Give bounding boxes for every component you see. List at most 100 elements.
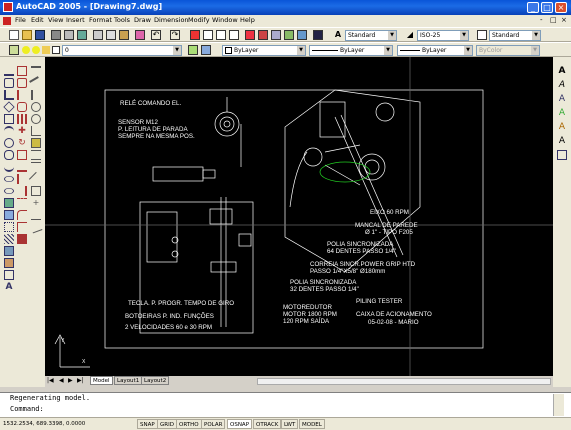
plot-preview-icon[interactable] (64, 30, 74, 40)
table-style-select[interactable]: Standard ▼ (489, 30, 541, 41)
paste-icon[interactable] (119, 30, 129, 40)
layer-previous-icon[interactable] (201, 45, 211, 55)
menu-draw[interactable]: Draw (134, 16, 151, 24)
dim-edit-icon[interactable] (31, 210, 41, 220)
cut-icon[interactable] (93, 30, 103, 40)
ellipse-arc-icon[interactable] (4, 188, 14, 194)
layer-manager-icon[interactable] (9, 45, 19, 55)
publish-icon[interactable] (77, 30, 87, 40)
chevron-down-icon[interactable]: ▼ (173, 46, 181, 55)
tolerance-icon[interactable] (31, 186, 41, 196)
region-icon[interactable] (4, 258, 14, 268)
rectangle-icon[interactable] (4, 114, 14, 124)
center-mark-icon[interactable]: + (31, 198, 41, 208)
command-prompt[interactable]: Command: (10, 405, 44, 413)
tab-last-arrow[interactable]: ▶| (77, 377, 84, 384)
extend-icon[interactable] (17, 186, 27, 196)
redo-icon[interactable]: ↷ (170, 30, 180, 40)
fillet-icon[interactable] (17, 210, 27, 220)
dim-ordinate-icon[interactable] (31, 90, 41, 100)
command-window[interactable]: Regenerating model. Command: (0, 392, 571, 418)
layer-select[interactable]: 0 ▼ (62, 45, 182, 56)
dim-radius-icon[interactable] (31, 102, 41, 112)
close-button[interactable]: × (555, 2, 567, 13)
menu-edit[interactable]: Edit (31, 16, 44, 24)
menu-format[interactable]: Format (89, 16, 112, 24)
maximize-button[interactable]: □ (541, 2, 553, 13)
otrack-toggle[interactable]: OTRACK (253, 419, 282, 429)
sheet-set-icon[interactable] (284, 30, 294, 40)
tab-next-arrow[interactable]: ▶ (68, 377, 73, 384)
tab-model[interactable]: Model (90, 376, 113, 385)
revision-cloud-icon[interactable] (4, 150, 14, 160)
grid-toggle[interactable]: GRID (157, 419, 177, 429)
snap-toggle[interactable]: SNAP (137, 419, 158, 429)
point-icon[interactable] (4, 222, 14, 232)
plot-icon[interactable] (51, 30, 61, 40)
document-icon[interactable] (3, 17, 11, 25)
minimize-button[interactable]: _ (527, 2, 539, 13)
table-icon[interactable] (4, 270, 14, 280)
menu-view[interactable]: View (48, 16, 63, 24)
break-icon[interactable] (17, 198, 27, 208)
justify-text-icon[interactable] (557, 150, 567, 160)
copy-object-icon[interactable] (17, 78, 27, 88)
lwt-toggle[interactable]: LWT (281, 419, 299, 429)
stretch-icon[interactable] (17, 162, 27, 172)
open-icon[interactable] (22, 30, 32, 40)
chevron-down-icon[interactable]: ▼ (297, 46, 305, 55)
quick-dim-icon[interactable] (31, 138, 41, 148)
arc-icon[interactable] (4, 126, 14, 136)
rotate-icon[interactable]: ↻ (17, 138, 27, 148)
new-icon[interactable] (9, 30, 19, 40)
doc-close-button[interactable]: × (561, 16, 567, 24)
markup-icon[interactable] (297, 30, 307, 40)
pan-icon[interactable] (190, 30, 200, 40)
tab-layout1[interactable]: Layout1 (114, 376, 143, 385)
menu-tools[interactable]: Tools (114, 16, 130, 24)
tab-prev-arrow[interactable]: ◀ (59, 377, 64, 384)
line-icon[interactable] (4, 66, 14, 76)
leader-icon[interactable] (28, 171, 44, 187)
circle-icon[interactable] (4, 138, 14, 148)
scale-text-icon[interactable]: A (557, 136, 567, 146)
construction-line-icon[interactable] (4, 78, 14, 88)
ellipse-icon[interactable] (4, 176, 14, 182)
osnap-toggle[interactable]: OSNAP (227, 419, 253, 429)
spline-icon[interactable] (4, 162, 14, 172)
doc-minimize-button[interactable]: - (540, 16, 543, 24)
color-control-select[interactable]: ByLayer ▼ (222, 45, 306, 56)
mtext-icon[interactable]: A (557, 66, 567, 76)
multiline-text-icon[interactable]: A (4, 282, 14, 292)
copy-icon[interactable] (106, 30, 116, 40)
undo-icon[interactable]: ↶ (151, 30, 161, 40)
erase-icon[interactable] (17, 66, 27, 76)
menu-help[interactable]: Help (240, 16, 255, 24)
dim-aligned-icon[interactable] (29, 76, 43, 90)
dim-baseline-icon[interactable] (31, 150, 41, 160)
properties-icon[interactable] (245, 30, 255, 40)
scale-icon[interactable] (17, 150, 27, 160)
mirror-icon[interactable] (17, 90, 27, 100)
help-icon[interactable] (313, 30, 323, 40)
zoom-window-icon[interactable] (216, 30, 226, 40)
zoom-realtime-icon[interactable] (203, 30, 213, 40)
dim-continue-icon[interactable] (31, 162, 41, 172)
make-layer-current-icon[interactable] (188, 45, 198, 55)
design-center-icon[interactable] (258, 30, 268, 40)
chevron-down-icon[interactable]: ▼ (464, 46, 472, 55)
offset-icon[interactable] (17, 102, 27, 112)
save-icon[interactable] (35, 30, 45, 40)
polyline-icon[interactable] (4, 90, 14, 100)
find-replace-icon[interactable]: A (557, 108, 567, 118)
linetype-control-select[interactable]: ByLayer ▼ (309, 45, 393, 56)
move-icon[interactable]: ✚ (17, 126, 27, 136)
menu-window[interactable]: Window (212, 16, 238, 24)
dim-style-select[interactable]: ISO-25 ▼ (417, 30, 469, 41)
gradient-icon[interactable] (4, 246, 14, 256)
insert-block-icon[interactable] (4, 198, 14, 208)
tool-palettes-icon[interactable] (271, 30, 281, 40)
zoom-previous-icon[interactable] (229, 30, 239, 40)
menu-file[interactable]: File (15, 16, 26, 24)
trim-icon[interactable] (17, 174, 27, 184)
